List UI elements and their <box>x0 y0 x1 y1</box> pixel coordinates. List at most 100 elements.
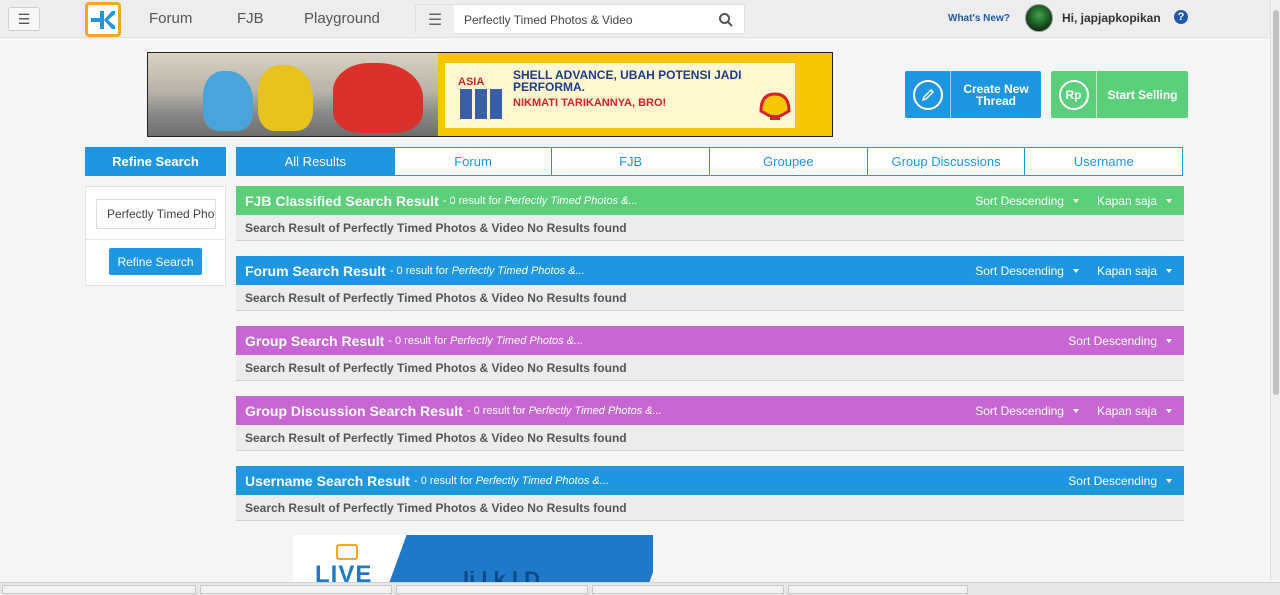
global-search: ☰ <box>415 4 745 35</box>
time-dropdown[interactable]: Kapan saja <box>1097 194 1172 208</box>
section-body: Search Result of Perfectly Timed Photos … <box>236 285 1184 311</box>
vertical-scrollbar[interactable] <box>1270 0 1280 580</box>
refine-search-button[interactable]: Refine Search <box>109 248 202 275</box>
scrollbar-thumb[interactable] <box>1273 10 1279 395</box>
create-new-thread-button[interactable]: Create New Thread <box>905 71 1041 118</box>
help-icon[interactable]: ? <box>1174 10 1188 24</box>
rupiah-icon: Rp <box>1051 71 1097 118</box>
shell-logo-icon <box>759 92 791 120</box>
refine-search-panel: Refine Search <box>85 186 226 286</box>
live-promo-banner[interactable]: LIVE li l k l D <box>293 535 653 582</box>
scooter-rider-image <box>203 71 253 131</box>
caret-down-icon <box>1166 268 1172 273</box>
forum-result-section: Forum Search Result - 0 result for Perfe… <box>236 256 1184 311</box>
ad-banner[interactable]: ASIA SHELL ADVANCE, UBAH POTENSI JADI PE… <box>147 52 833 137</box>
meta-query: Perfectly Timed Photos &... <box>450 334 584 347</box>
section-controls: Sort Descending Kapan saja <box>957 256 1172 285</box>
ad-headline: SHELL ADVANCE, UBAH POTENSI JADI PERFORM… <box>513 68 742 94</box>
racing-track-image <box>148 53 438 136</box>
refine-search-heading: Refine Search <box>85 147 226 176</box>
section-body: Search Result of Perfectly Timed Photos … <box>236 355 1184 381</box>
top-navbar: ☰ Forum FJB Playground ☰ What's New? Hi,… <box>0 0 1270 38</box>
whats-new-link[interactable]: What's New? <box>948 13 1010 24</box>
caret-down-icon <box>1166 478 1172 483</box>
section-controls: Sort Descending <box>1050 466 1172 495</box>
section-title: Forum Search Result <box>245 262 386 279</box>
scrollbar-segment <box>788 585 968 594</box>
pencil-icon <box>905 71 951 118</box>
caret-down-icon <box>1072 408 1079 413</box>
sort-dropdown[interactable]: Sort Descending <box>975 194 1079 208</box>
start-selling-button[interactable]: Rp Start Selling <box>1051 71 1188 118</box>
ad-subline: NIKMATI TARIKANNYA, BRO! <box>513 97 667 109</box>
username-result-section: Username Search Result - 0 result for Pe… <box>236 466 1184 521</box>
meta-prefix: - 0 result for <box>466 404 529 417</box>
caret-down-icon <box>1072 268 1079 273</box>
nav-link-forum[interactable]: Forum <box>149 10 192 27</box>
time-label: Kapan saja <box>1096 193 1157 208</box>
section-controls: Sort Descending <box>1050 326 1172 355</box>
camera-icon <box>336 544 358 560</box>
sort-label: Sort Descending <box>975 403 1064 418</box>
k-logo-glyph <box>91 10 115 29</box>
time-label: Kapan saja <box>1096 403 1157 418</box>
meta-prefix: - 0 result for <box>389 264 452 277</box>
section-controls: Sort Descending Kapan saja <box>957 186 1172 215</box>
section-title: FJB Classified Search Result <box>245 192 439 209</box>
user-greeting[interactable]: Hi, japjapkopikan <box>1062 11 1161 25</box>
start-selling-label: Start Selling <box>1107 87 1178 102</box>
scrollbar-segment <box>2 585 196 594</box>
section-controls: Sort Descending Kapan saja <box>957 396 1172 425</box>
section-header: Group Discussion Search Result - 0 resul… <box>236 396 1184 425</box>
search-icon[interactable] <box>718 12 734 28</box>
hamburger-menu-button[interactable]: ☰ <box>8 7 40 31</box>
asia-cup-logo-icon: ASIA <box>458 76 502 119</box>
scrollbar-segment <box>396 585 588 594</box>
section-title: Group Search Result <box>245 332 385 349</box>
section-body: Search Result of Perfectly Timed Photos … <box>236 425 1184 451</box>
section-title: Username Search Result <box>245 472 410 489</box>
sort-dropdown[interactable]: Sort Descending <box>975 404 1079 418</box>
scrollbar-segment <box>592 585 784 594</box>
group-result-section: Group Search Result - 0 result for Perfe… <box>236 326 1184 381</box>
motorbike-rider-image <box>258 65 313 131</box>
meta-prefix: - 0 result for <box>388 334 451 347</box>
meta-query: Perfectly Timed Photos &... <box>451 264 585 277</box>
tab-group-discussions[interactable]: Group Discussions <box>867 147 1026 176</box>
tab-username[interactable]: Username <box>1025 147 1184 176</box>
kaskus-logo-icon[interactable] <box>85 2 121 37</box>
time-dropdown[interactable]: Kapan saja <box>1097 264 1172 278</box>
global-search-input[interactable] <box>456 9 706 31</box>
fjb-result-section: FJB Classified Search Result - 0 result … <box>236 186 1184 241</box>
tab-fjb[interactable]: FJB <box>552 147 711 176</box>
section-header: Forum Search Result - 0 result for Perfe… <box>236 256 1184 285</box>
live-word: LIVE <box>315 561 373 582</box>
meta-query: Perfectly Timed Photos &... <box>528 404 662 417</box>
horizontal-scrollbar[interactable] <box>0 582 1280 595</box>
meta-query: Perfectly Timed Photos &... <box>475 474 609 487</box>
sort-dropdown[interactable]: Sort Descending <box>975 264 1079 278</box>
group-discussion-result-section: Group Discussion Search Result - 0 resul… <box>236 396 1184 451</box>
section-meta: - 0 result for Perfectly Timed Photos &.… <box>414 475 609 487</box>
create-new-thread-label: Create New Thread <box>963 81 1029 108</box>
tab-all-results[interactable]: All Results <box>236 147 395 176</box>
avatar[interactable] <box>1025 4 1053 32</box>
meta-prefix: - 0 result for <box>442 194 505 207</box>
time-label: Kapan saja <box>1096 263 1157 278</box>
section-title: Group Discussion Search Result <box>245 402 463 419</box>
nav-link-fjb[interactable]: FJB <box>237 10 264 27</box>
sort-label: Sort Descending <box>1068 473 1157 488</box>
search-category-menu-icon[interactable]: ☰ <box>416 5 454 35</box>
sort-dropdown[interactable]: Sort Descending <box>1068 474 1172 488</box>
time-dropdown[interactable]: Kapan saja <box>1097 404 1172 418</box>
section-body: Search Result of Perfectly Timed Photos … <box>236 215 1184 241</box>
nav-link-playground[interactable]: Playground <box>304 10 380 27</box>
tab-groupee[interactable]: Groupee <box>710 147 868 176</box>
sort-dropdown[interactable]: Sort Descending <box>1068 334 1172 348</box>
section-header: Group Search Result - 0 result for Perfe… <box>236 326 1184 355</box>
scrollbar-segment <box>200 585 392 594</box>
refine-search-input[interactable] <box>96 199 216 229</box>
section-header: FJB Classified Search Result - 0 result … <box>236 186 1184 215</box>
tab-forum[interactable]: Forum <box>394 147 553 176</box>
sort-label: Sort Descending <box>975 193 1064 208</box>
